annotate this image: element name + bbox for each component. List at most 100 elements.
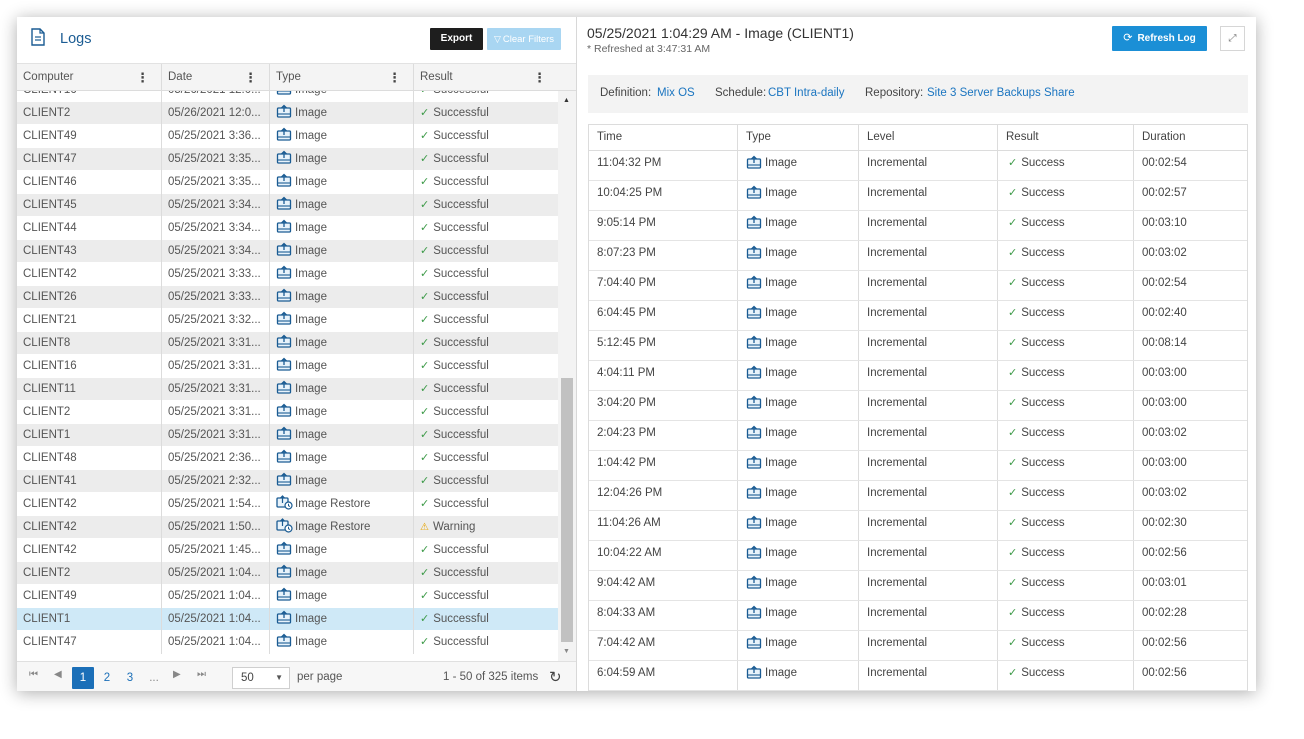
prev-page-icon[interactable]: ◀: [54, 669, 62, 680]
table-row[interactable]: 6:04:45 PM Image Incremental ✓ Success 00:02:…: [589, 301, 1247, 331]
table-row[interactable]: CLIENT45 05/25/2021 3:34... Image ✓ Successf…: [17, 194, 558, 217]
next-page-icon[interactable]: ▶: [173, 669, 181, 680]
table-row[interactable]: CLIENT21 05/25/2021 3:32... Image ✓ Successf…: [17, 309, 558, 332]
column-menu-icon[interactable]: ⋮: [533, 64, 546, 91]
table-row[interactable]: CLIENT42 05/25/2021 1:45... Image ✓ Successf…: [17, 539, 558, 562]
schedule-link[interactable]: CBT Intra-daily: [768, 87, 844, 99]
duration-cell: 00:03:00: [1142, 367, 1187, 379]
type-label: Image: [765, 577, 797, 589]
checkmark-icon: ✓: [1008, 577, 1018, 589]
table-row[interactable]: CLIENT16 05/25/2021 3:31... Image ✓ Successf…: [17, 355, 558, 378]
last-page-icon[interactable]: ⏭: [197, 669, 206, 680]
time-cell: 6:04:59 AM: [589, 661, 738, 690]
table-row[interactable]: CLIENT11 05/25/2021 3:31... Image ✓ Successf…: [17, 378, 558, 401]
checkmark-icon: ✓: [1008, 337, 1018, 349]
table-row[interactable]: CLIENT47 05/25/2021 1:04... Image ✓ Successf…: [17, 631, 558, 654]
table-row[interactable]: CLIENT2 05/26/2021 12:0... Image ✓ Successfu…: [17, 102, 558, 125]
scroll-down-icon[interactable]: ▼: [563, 648, 570, 655]
table-row[interactable]: CLIENT47 05/25/2021 3:35... Image ✓ Successf…: [17, 148, 558, 171]
table-row[interactable]: 7:04:40 PM Image Incremental ✓ Success 00:02:…: [589, 271, 1247, 301]
table-row[interactable]: 4:04:11 PM Image Incremental ✓ Success 00:03:…: [589, 361, 1247, 391]
table-row[interactable]: CLIENT44 05/25/2021 3:34... Image ✓ Successf…: [17, 217, 558, 240]
column-header-date[interactable]: Date ⋮: [162, 64, 270, 91]
table-row[interactable]: CLIENT41 05/25/2021 2:32... Image ✓ Successf…: [17, 470, 558, 493]
table-row[interactable]: 8:04:33 AM Image Incremental ✓ Success 00:02:…: [589, 601, 1247, 631]
table-row[interactable]: CLIENT1605/26/2021 12:0... Image ✓ Successf…: [17, 91, 558, 102]
table-row[interactable]: 8:07:23 PM Image Incremental ✓ Success 00:03:…: [589, 241, 1247, 271]
items-count: 1 - 50 of 325 items: [443, 671, 539, 683]
table-row[interactable]: 5:12:45 PM Image Incremental ✓ Success 00:08:…: [589, 331, 1247, 361]
image-restore-icon: [276, 518, 293, 533]
table-row[interactable]: 3:04:20 PM Image Incremental ✓ Success 00:03:…: [589, 391, 1247, 421]
column-menu-icon[interactable]: ⋮: [388, 64, 401, 91]
scroll-up-icon[interactable]: ▲: [563, 97, 570, 104]
first-page-icon[interactable]: ⏮: [29, 669, 38, 680]
type-label: Image: [295, 590, 327, 602]
table-row[interactable]: CLIENT49 05/25/2021 3:36... Image ✓ Successf…: [17, 125, 558, 148]
scrollbar-thumb[interactable]: [561, 378, 573, 642]
vertical-scrollbar[interactable]: ▲ ▼: [558, 91, 576, 661]
column-label: Result: [420, 71, 453, 83]
table-row[interactable]: 12:04:26 PM Image Incremental ✓ Success 00:03…: [589, 481, 1247, 511]
table-row[interactable]: CLIENT42 05/25/2021 1:50... Image Restore ⚠…: [17, 516, 558, 539]
more-pages-button[interactable]: ...: [143, 667, 165, 689]
per-page-select[interactable]: 50 ▼: [232, 667, 290, 689]
table-row[interactable]: 2:04:23 PM Image Incremental ✓ Success 00:03:…: [589, 421, 1247, 451]
table-row[interactable]: CLIENT49 05/25/2021 1:04... Image ✓ Successf…: [17, 585, 558, 608]
table-row[interactable]: CLIENT1 05/25/2021 1:04... Image ✓ Successfu…: [17, 608, 558, 631]
column-header-result[interactable]: Result ⋮: [414, 64, 558, 91]
column-header-duration[interactable]: Duration: [1134, 125, 1247, 150]
table-row[interactable]: CLIENT42 05/25/2021 1:54... Image Restore ✓…: [17, 493, 558, 516]
column-menu-icon[interactable]: ⋮: [136, 64, 149, 91]
type-label: Image: [295, 567, 327, 579]
result-label: Success: [1021, 397, 1065, 409]
table-row[interactable]: CLIENT1 05/25/2021 3:31... Image ✓ Successfu…: [17, 424, 558, 447]
table-row[interactable]: 11:04:32 PM Image Incremental ✓ Success 00:02…: [589, 151, 1247, 181]
table-row[interactable]: CLIENT48 05/25/2021 2:36... Image ✓ Successf…: [17, 447, 558, 470]
duration-cell: 00:03:02: [1142, 247, 1187, 259]
column-header-result[interactable]: Result: [998, 125, 1134, 150]
table-row[interactable]: 10:04:22 AM Image Incremental ✓ Success 00:02…: [589, 541, 1247, 571]
table-row[interactable]: CLIENT2 05/25/2021 3:31... Image ✓ Successfu…: [17, 401, 558, 424]
column-header-time[interactable]: Time: [589, 125, 738, 150]
type-cell: Image: [270, 263, 414, 286]
page-2-button[interactable]: 2: [96, 667, 118, 689]
expand-button[interactable]: ⤢: [1220, 26, 1245, 51]
image-backup-svg: [276, 541, 292, 555]
table-row[interactable]: CLIENT8 05/25/2021 3:31... Image ✓ Successfu…: [17, 332, 558, 355]
clear-filters-button[interactable]: ▽ Clear Filters: [487, 28, 561, 50]
column-menu-icon[interactable]: ⋮: [244, 64, 257, 91]
column-header-level[interactable]: Level: [859, 125, 998, 150]
table-row[interactable]: 7:04:42 AM Image Incremental ✓ Success 00:02:…: [589, 631, 1247, 661]
table-row[interactable]: CLIENT26 05/25/2021 3:33... Image ✓ Successf…: [17, 286, 558, 309]
repository-link[interactable]: Site 3 Server Backups Share: [927, 87, 1075, 99]
table-row[interactable]: 6:04:59 AM Image Incremental ✓ Success 00:02:…: [589, 661, 1247, 691]
refresh-icon[interactable]: ↻: [549, 668, 562, 686]
column-header-type[interactable]: Type: [738, 125, 859, 150]
table-row[interactable]: 9:05:14 PM Image Incremental ✓ Success 00:03:…: [589, 211, 1247, 241]
table-row[interactable]: 1:04:42 PM Image Incremental ✓ Success 00:03:…: [589, 451, 1247, 481]
level-cell: Incremental: [859, 211, 998, 240]
table-row[interactable]: 9:04:42 AM Image Incremental ✓ Success 00:03:…: [589, 571, 1247, 601]
result-label: Success: [1021, 337, 1065, 349]
column-header-computer[interactable]: Computer ⋮: [17, 64, 162, 91]
export-button[interactable]: Export: [430, 28, 483, 50]
result-cell: ✓Successful: [414, 585, 558, 608]
table-row[interactable]: CLIENT43 05/25/2021 3:34... Image ✓ Successf…: [17, 240, 558, 263]
table-row[interactable]: CLIENT46 05/25/2021 3:35... Image ✓ Successf…: [17, 171, 558, 194]
type-label: Image: [765, 397, 797, 409]
table-row[interactable]: 11:04:26 AM Image Incremental ✓ Success 00:02…: [589, 511, 1247, 541]
definition-link[interactable]: Mix OS: [657, 87, 695, 99]
page-3-button[interactable]: 3: [119, 667, 141, 689]
column-header-type[interactable]: Type ⋮: [270, 64, 414, 91]
checkmark-icon: ✓: [420, 360, 430, 372]
table-row[interactable]: CLIENT42 05/25/2021 3:33... Image ✓ Successf…: [17, 263, 558, 286]
refresh-log-button[interactable]: ⟳ Refresh Log: [1112, 26, 1207, 51]
type-cell: Image: [738, 631, 859, 660]
image-backup-svg: [276, 150, 292, 164]
table-row[interactable]: 10:04:25 PM Image Incremental ✓ Success 00:02…: [589, 181, 1247, 211]
table-row[interactable]: CLIENT2 05/25/2021 1:04... Image ✓ Successfu…: [17, 562, 558, 585]
app-window: Logs Export ▽ Clear Filters Computer ⋮ Da…: [17, 17, 1256, 691]
page-1-button[interactable]: 1: [72, 667, 94, 689]
checkmark-icon: ✓: [1008, 217, 1018, 229]
